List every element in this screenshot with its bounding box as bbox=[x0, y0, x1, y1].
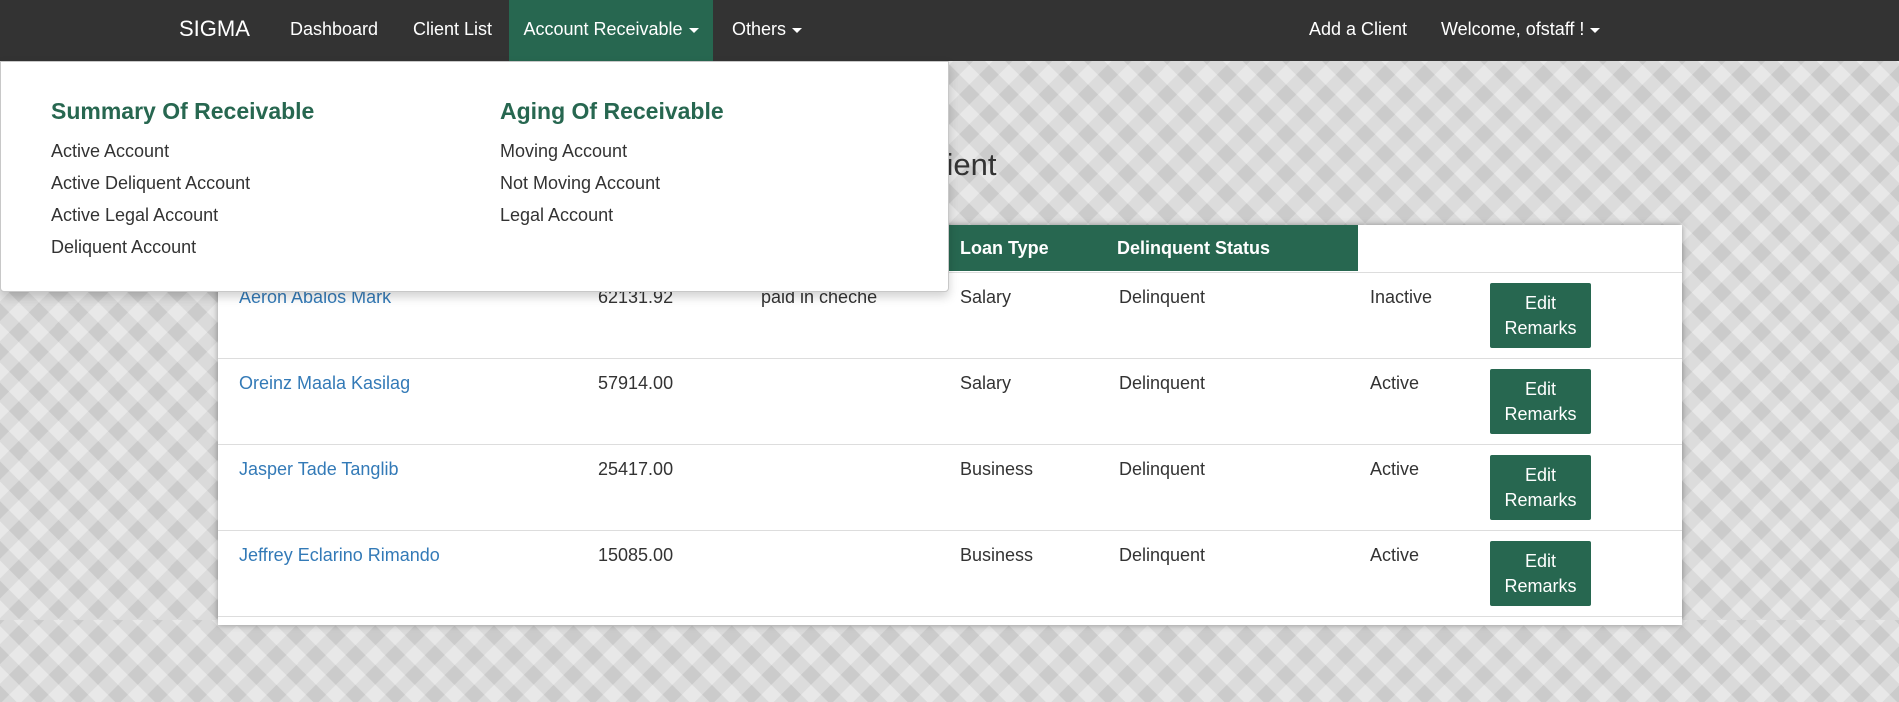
account-receivable-dropdown: Summary Of Receivable Active Account Act… bbox=[0, 61, 949, 292]
delinquent-status-cell: Delinquent bbox=[1119, 373, 1206, 393]
client-name-link[interactable]: Oreinz Maala Kasilag bbox=[239, 373, 410, 394]
table-row bbox=[218, 616, 1682, 702]
edit-remarks-button[interactable]: Edit Remarks bbox=[1490, 283, 1591, 348]
header-delinquent-status: Delinquent Status bbox=[1107, 225, 1358, 271]
account-status-cell: Active bbox=[1370, 459, 1420, 479]
menu-deliquent-account[interactable]: Deliquent Account bbox=[51, 231, 314, 263]
nav-account-receivable-label: Account Receivable bbox=[523, 19, 683, 39]
nav-others[interactable]: Others bbox=[732, 0, 803, 61]
menu-moving-account[interactable]: Moving Account bbox=[500, 135, 724, 167]
loan-type-cell: Salary bbox=[960, 287, 1012, 307]
loan-type-cell: Salary bbox=[960, 373, 1012, 393]
delinquent-status-cell: Delinquent bbox=[1119, 545, 1206, 565]
edit-remarks-button[interactable]: Edit Remarks bbox=[1490, 455, 1591, 520]
table-row: Jeffrey Eclarino Rimando 15085.00 Busine… bbox=[218, 530, 1682, 616]
delinquent-status-cell: Delinquent bbox=[1119, 459, 1206, 479]
loan-type-cell: Business bbox=[960, 545, 1034, 565]
nav-client-list[interactable]: Client List bbox=[413, 0, 492, 61]
menu-not-moving-account[interactable]: Not Moving Account bbox=[500, 167, 724, 199]
header-loan-type: Loan Type bbox=[948, 225, 1107, 271]
client-name-link[interactable]: Jeffrey Eclarino Rimando bbox=[239, 545, 440, 566]
user-menu-label: Welcome, ofstaff ! bbox=[1441, 19, 1585, 39]
menu-active-account[interactable]: Active Account bbox=[51, 135, 314, 167]
menu-active-legal-account[interactable]: Active Legal Account bbox=[51, 199, 314, 231]
nav-others-label: Others bbox=[732, 19, 787, 39]
caret-down-icon bbox=[1590, 27, 1601, 33]
menu-active-deliquent-account[interactable]: Active Deliquent Account bbox=[51, 167, 314, 199]
top-navbar: SIGMA Dashboard Client List Account Rece… bbox=[0, 0, 1899, 61]
client-name-link[interactable]: Jasper Tade Tanglib bbox=[239, 459, 398, 480]
summary-of-receivable-heading: Summary Of Receivable bbox=[51, 98, 315, 124]
edit-remarks-button[interactable]: Edit Remarks bbox=[1490, 541, 1591, 606]
aging-of-receivable-heading: Aging Of Receivable bbox=[500, 98, 724, 124]
caret-down-icon bbox=[792, 27, 803, 33]
menu-legal-account[interactable]: Legal Account bbox=[500, 199, 724, 231]
amount-cell: 25417.00 bbox=[598, 459, 674, 479]
account-status-cell: Active bbox=[1370, 373, 1420, 393]
brand-logo[interactable]: SIGMA bbox=[179, 0, 250, 61]
table-row: Jasper Tade Tanglib 25417.00 Business De… bbox=[218, 444, 1682, 530]
user-menu[interactable]: Welcome, ofstaff ! bbox=[1441, 0, 1601, 61]
nav-account-receivable[interactable]: Account Receivable bbox=[509, 0, 713, 61]
amount-cell: 15085.00 bbox=[598, 545, 674, 565]
summary-column: Summary Of Receivable Active Account Act… bbox=[51, 98, 314, 263]
amount-cell: 57914.00 bbox=[598, 373, 674, 393]
delinquent-status-cell: Delinquent bbox=[1119, 287, 1206, 307]
account-status-cell: Inactive bbox=[1370, 287, 1433, 307]
account-status-cell: Active bbox=[1370, 545, 1420, 565]
edit-remarks-button[interactable]: Edit Remarks bbox=[1490, 369, 1591, 434]
nav-add-client[interactable]: Add a Client bbox=[1309, 0, 1407, 61]
table-row: Oreinz Maala Kasilag 57914.00 Salary Del… bbox=[218, 358, 1682, 444]
loan-type-cell: Business bbox=[960, 459, 1034, 479]
aging-column: Aging Of Receivable Moving Account Not M… bbox=[500, 98, 724, 231]
caret-down-icon bbox=[688, 27, 699, 33]
nav-dashboard[interactable]: Dashboard bbox=[290, 0, 378, 61]
